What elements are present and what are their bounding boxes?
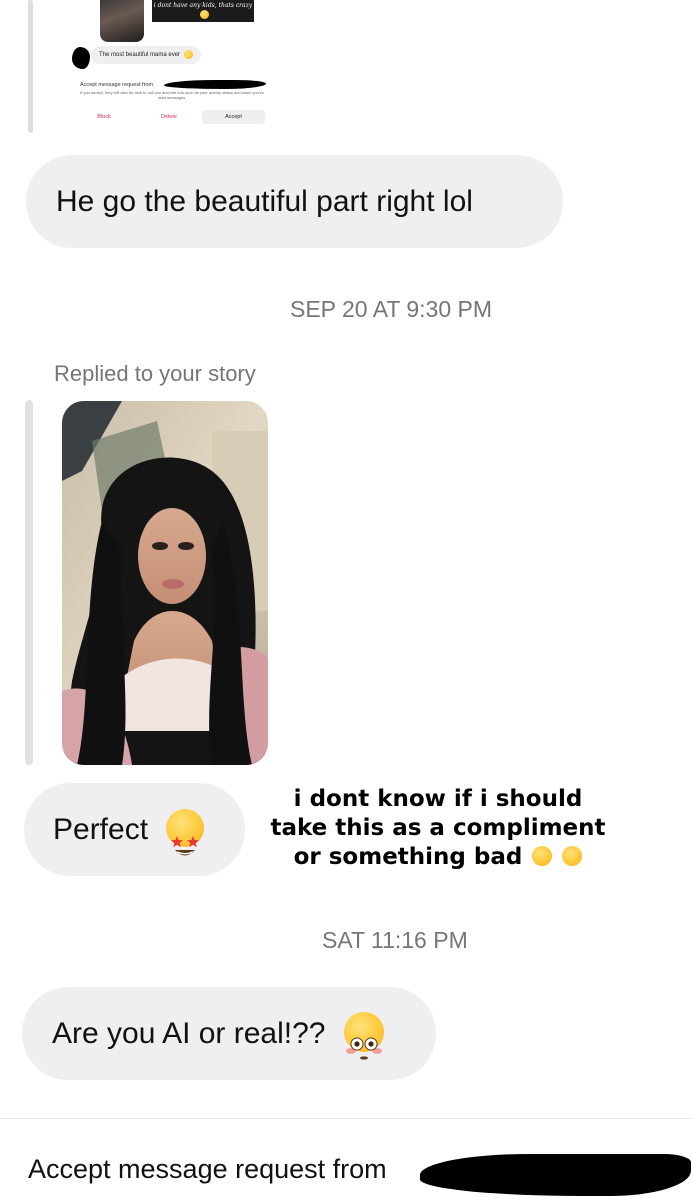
message-text: He go the beautiful part right lol [56, 185, 473, 218]
nested-username-redaction [164, 80, 266, 89]
message-text: Are you AI or real!?? [52, 1017, 326, 1050]
tears-of-joy-icon [562, 845, 583, 866]
story-image-graphic [62, 401, 268, 765]
nested-reply-bar [28, 0, 33, 133]
nested-message-text: The most beautiful mama ever [99, 52, 181, 58]
nested-avatar-redacted [72, 47, 90, 69]
divider [0, 1118, 691, 1119]
nested-accept-button[interactable]: Accept [202, 110, 265, 124]
nested-accept-subtitle: If you accept, they will also be able to… [80, 90, 264, 100]
nested-delete-button[interactable]: Delete [158, 110, 180, 124]
star-struck-graphic [171, 836, 200, 856]
grimacing-face-icon [199, 10, 209, 19]
flushed-face-icon [343, 1012, 384, 1060]
loudly-crying-face-icon [532, 845, 553, 866]
message-bubble[interactable]: He go the beautiful part right lol [26, 155, 563, 248]
crown-icon [183, 49, 193, 59]
flushed-face-graphic [345, 1037, 382, 1060]
star-struck-icon [166, 809, 205, 856]
timestamp: SEP 20 AT 9:30 PM [290, 296, 493, 322]
nested-block-button[interactable]: Block [94, 110, 114, 124]
username-redaction [420, 1154, 691, 1196]
nested-message-bubble: The most beautiful mama ever [91, 46, 201, 64]
message-bubble[interactable]: Perfect [24, 783, 245, 876]
message-bubble[interactable]: Are you AI or real!?? [22, 987, 436, 1080]
overlay-caption: i dont know if i should take this as a c… [268, 785, 608, 872]
timestamp: SAT 11:16 PM [322, 927, 468, 953]
story-reply-bar [25, 400, 33, 765]
story-image[interactable] [62, 401, 268, 765]
message-text: Perfect [53, 813, 149, 846]
nested-dark-bubble: i dont have any kids, thats crazy [152, 0, 254, 22]
accept-request-title: Accept message request from [28, 1154, 387, 1184]
nested-accept-title: Accept message request from [80, 82, 154, 88]
overlay-caption-text: i dont know if i should take this as a c… [270, 786, 606, 870]
story-reply-label: Replied to your story [54, 361, 256, 386]
nested-dark-bubble-text: i dont have any kids, thats crazy [153, 2, 253, 9]
nested-story-thumbnail [100, 0, 144, 42]
